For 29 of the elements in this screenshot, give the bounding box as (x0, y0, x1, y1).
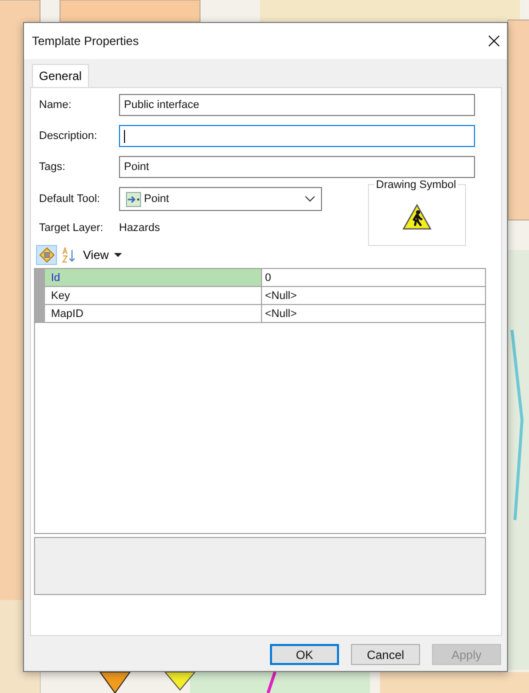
text-field[interactable] (119, 125, 475, 147)
group-title: Drawing Symbol (374, 179, 458, 191)
dialog-button[interactable]: Cancel (351, 644, 420, 665)
property-value[interactable]: <Null> (262, 305, 485, 323)
field-label: Default Tool: (39, 193, 101, 205)
text-field[interactable]: Public interface (119, 94, 475, 116)
field-label: Tags: (39, 161, 66, 173)
property-value[interactable]: 0 (262, 269, 485, 287)
categorized-button[interactable] (36, 245, 57, 265)
property-name[interactable]: Key (45, 287, 262, 305)
tab[interactable]: General (32, 64, 89, 87)
dialog-button[interactable]: OK (270, 644, 339, 665)
view-menu[interactable]: View (81, 248, 124, 262)
text-field[interactable]: Point (119, 156, 475, 178)
property-name[interactable]: MapID (45, 305, 262, 323)
field-label: Description: (39, 130, 98, 142)
tool-dropdown[interactable]: Point (119, 187, 322, 211)
field-label: Target Layer: (39, 222, 104, 234)
caret-icon (114, 253, 122, 257)
field-label: Name: (39, 99, 72, 111)
sort-az-icon[interactable] (61, 247, 77, 263)
property-name[interactable]: Id (45, 269, 262, 287)
property-value[interactable]: <Null> (262, 287, 485, 305)
target-layer-value: Hazards (119, 222, 160, 234)
point-tool-icon (126, 192, 141, 206)
window-title: Template Properties (32, 34, 139, 48)
pedestrian-warning-icon (402, 204, 432, 230)
close-icon[interactable] (488, 35, 500, 47)
chevron-down-icon (305, 196, 315, 202)
